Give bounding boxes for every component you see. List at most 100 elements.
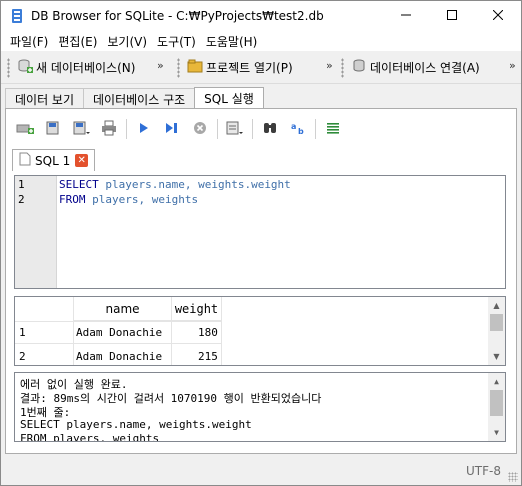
cell-weight[interactable]: 215	[198, 350, 218, 363]
open-project-icon	[187, 58, 206, 77]
resize-grip-icon[interactable]	[508, 472, 518, 482]
play-icon	[138, 122, 150, 137]
sql-keyword: SELECT	[59, 178, 99, 191]
svg-text:b: b	[298, 127, 304, 136]
lines-icon	[326, 121, 340, 138]
comment-lines-button[interactable]	[319, 116, 347, 142]
close-tab-icon[interactable]: ✕	[75, 154, 89, 167]
close-window-button[interactable]	[475, 1, 521, 31]
menu-edit[interactable]: 편집(E)	[53, 33, 102, 50]
encoding-label: UTF-8	[466, 464, 501, 478]
row-number: 2	[19, 350, 26, 363]
scroll-thumb[interactable]	[490, 314, 503, 331]
results-scrollbar[interactable]: ▲ ▼	[488, 297, 505, 365]
menu-tools[interactable]: 도구(T)	[152, 33, 201, 50]
message-pane[interactable]: 에러 없이 실행 완료. 결과: 89ms의 시간이 걸려서 1070190 행…	[14, 372, 506, 442]
new-database-button[interactable]: 새 데이터베이스(N)	[14, 56, 138, 80]
tab-label: 데이터 보기	[15, 92, 75, 107]
message-line: FROM players, weights	[20, 432, 160, 442]
tab-execute-sql[interactable]: SQL 실행	[194, 87, 264, 109]
play-line-icon	[165, 122, 179, 137]
print-icon	[101, 120, 117, 139]
sql-editor[interactable]: 1 2 SELECT players.name, weights.weight …	[14, 175, 506, 289]
editor-tab-sql1[interactable]: SQL 1 ✕	[12, 149, 96, 171]
grid-corner[interactable]	[15, 297, 73, 321]
row-number: 1	[19, 326, 26, 339]
find-button[interactable]	[256, 116, 284, 142]
stop-execution-button[interactable]	[186, 116, 214, 142]
toolbar-separator	[126, 119, 127, 139]
print-button[interactable]	[95, 116, 123, 142]
results-grid[interactable]: name weight 1 Adam Donachie 180 2 Adam D…	[14, 296, 506, 366]
execute-line-button[interactable]	[158, 116, 186, 142]
toolbar-separator	[315, 119, 316, 139]
open-project-label: 프로젝트 열기(P)	[206, 61, 293, 75]
save-results-button[interactable]	[221, 116, 249, 142]
sql-keyword: FROM	[59, 193, 86, 206]
app-logo-icon	[9, 8, 25, 24]
new-database-icon	[17, 58, 36, 77]
maximize-button[interactable]	[429, 1, 475, 31]
cell-name[interactable]: Adam Donachie	[76, 326, 162, 339]
menu-file[interactable]: 파일(F)	[5, 33, 53, 50]
window-title: DB Browser for SQLite - C:₩PyProjects₩te…	[31, 9, 324, 23]
attach-database-icon	[351, 58, 370, 77]
toolbar-group-project: 프로젝트 열기(P)	[177, 55, 296, 80]
column-header-weight[interactable]: weight	[171, 297, 221, 321]
save-sql-file-button[interactable]	[67, 116, 95, 142]
minimize-icon	[401, 9, 411, 23]
toolbar-separator	[217, 119, 218, 139]
title-bar[interactable]: DB Browser for SQLite - C:₩PyProjects₩te…	[1, 1, 521, 31]
toolbar-separator	[252, 119, 253, 139]
message-line: SELECT players.name, weights.weight	[20, 418, 252, 431]
column-header-label: weight	[174, 301, 219, 316]
main-tabs: 데이터 보기 데이터베이스 구조 SQL 실행	[5, 87, 264, 109]
toolbar-overflow-2[interactable]: »	[326, 59, 333, 72]
toolbar-group-attach: 데이터베이스 연결(A)	[341, 55, 483, 80]
toolbar-group-new: 새 데이터베이스(N)	[7, 55, 138, 80]
open-tab-button[interactable]	[11, 116, 39, 142]
column-header-name[interactable]: name	[73, 297, 171, 321]
minimize-button[interactable]	[383, 1, 429, 31]
open-sql-file-button[interactable]	[39, 116, 67, 142]
grid-divider	[221, 297, 222, 365]
menu-help[interactable]: 도움말(H)	[201, 33, 263, 50]
line-number: 2	[18, 193, 25, 206]
app-window: DB Browser for SQLite - C:₩PyProjects₩te…	[0, 0, 522, 486]
cell-name[interactable]: Adam Donachie	[76, 350, 162, 363]
menu-view[interactable]: 보기(V)	[102, 33, 152, 50]
execute-all-button[interactable]	[130, 116, 158, 142]
column-header-label: name	[105, 301, 140, 316]
toolbar-overflow-3[interactable]: »	[509, 59, 516, 72]
sql-toolbar: a b	[11, 116, 347, 142]
new-database-label: 새 데이터베이스(N)	[36, 61, 136, 75]
scroll-up-icon[interactable]: ▲	[488, 297, 505, 314]
scroll-thumb[interactable]	[490, 390, 503, 416]
tab-browse-data[interactable]: 데이터 보기	[5, 88, 85, 109]
toolbar-grip[interactable]	[341, 57, 344, 78]
message-scrollbar[interactable]: ▲ ▼	[488, 373, 505, 441]
line-number-gutter: 1 2	[15, 176, 57, 288]
code-line: SELECT players.name, weights.weight	[59, 178, 291, 191]
menu-bar: 파일(F) 편집(E) 보기(V) 도구(T) 도움말(H)	[1, 31, 521, 51]
save-file-icon	[72, 120, 90, 139]
attach-database-label: 데이터베이스 연결(A)	[370, 61, 480, 75]
tab-database-structure[interactable]: 데이터베이스 구조	[83, 88, 196, 109]
open-project-button[interactable]: 프로젝트 열기(P)	[184, 56, 296, 80]
maximize-icon	[447, 9, 457, 23]
open-tab-icon	[16, 120, 34, 139]
toolbar-grip[interactable]	[7, 57, 10, 78]
open-file-icon	[45, 120, 61, 139]
tab-label: SQL 실행	[204, 92, 254, 106]
find-replace-button[interactable]: a b	[284, 116, 312, 142]
scroll-down-icon[interactable]: ▼	[488, 424, 505, 441]
toolbar-grip[interactable]	[177, 57, 180, 78]
line-number: 1	[18, 178, 25, 191]
main-toolbar: 새 데이터베이스(N) » 프로젝트 열기(P) » 데이터베이스 연결(A) …	[1, 51, 521, 84]
toolbar-overflow-1[interactable]: »	[157, 59, 164, 72]
find-icon	[262, 120, 278, 139]
cell-weight[interactable]: 180	[198, 326, 218, 339]
attach-database-button[interactable]: 데이터베이스 연결(A)	[348, 56, 483, 80]
scroll-up-icon[interactable]: ▲	[488, 373, 505, 390]
scroll-down-icon[interactable]: ▼	[488, 348, 505, 365]
